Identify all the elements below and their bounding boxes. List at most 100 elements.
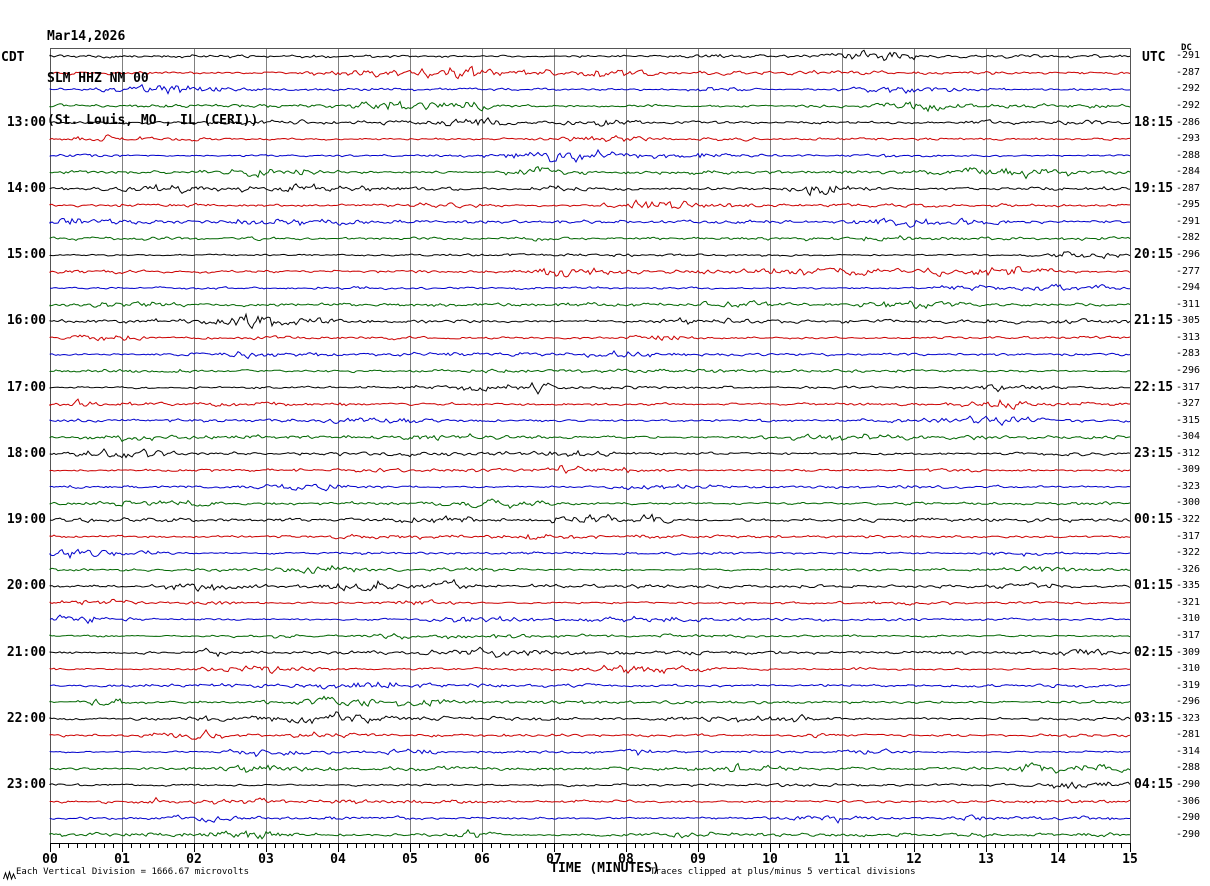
x-axis-tick-label: 13 (978, 852, 994, 867)
footer-scale-note: Each Vertical Division = 1666.67 microvo… (16, 867, 249, 877)
x-axis-tick-label: 01 (114, 852, 130, 867)
dc-offset-value: -282 (1176, 232, 1201, 244)
dc-offset-value: -292 (1176, 99, 1201, 111)
seismogram-trace (49, 533, 1131, 540)
dc-offset-value: -326 (1176, 563, 1201, 575)
seismogram-trace (49, 251, 1131, 260)
seismogram-trace (49, 464, 1131, 474)
seismogram-trace (49, 349, 1131, 360)
seismogram-trace (49, 334, 1131, 342)
footer-clip-note: Traces clipped at plus/minus 5 vertical … (650, 867, 916, 877)
seismogram-trace (49, 781, 1131, 790)
seismogram-trace (49, 664, 1131, 675)
seismogram-trace (49, 234, 1131, 242)
seismogram-trace (49, 312, 1131, 330)
seismogram-trace (49, 814, 1130, 824)
title-date: Mar14,2026 (47, 29, 126, 44)
right-time-label: 23:15 (1134, 445, 1174, 461)
seismogram-trace (49, 748, 1131, 758)
x-axis-tick-label: 03 (258, 852, 274, 867)
dc-offset-value: -317 (1176, 381, 1201, 393)
seismogram-trace (49, 199, 1130, 209)
dc-offset-value: -315 (1176, 414, 1201, 426)
seismogram-trace (49, 633, 1131, 640)
dc-offset-value: -290 (1176, 828, 1201, 840)
left-time-label: 18:00 (6, 445, 46, 461)
dc-offset-value: -323 (1176, 480, 1201, 492)
left-time-label: 14:00 (6, 180, 46, 196)
seismogram-trace (49, 368, 1131, 374)
dc-offset-value: -321 (1176, 596, 1201, 608)
dc-offset-value: -291 (1176, 50, 1201, 62)
right-time-label: 21:15 (1134, 313, 1174, 329)
dc-offset-value: -288 (1176, 149, 1201, 161)
dc-offset-value: -317 (1176, 629, 1201, 641)
dc-offset-value: -305 (1176, 315, 1201, 327)
right-time-label: 19:15 (1134, 180, 1174, 196)
dc-offset-value: -335 (1176, 580, 1201, 592)
right-time-label: 02:15 (1134, 644, 1174, 660)
dc-offset-value: -295 (1176, 199, 1201, 211)
seismogram-trace (49, 183, 1131, 197)
dc-offset-value: -306 (1176, 795, 1201, 807)
seismogram-trace (49, 796, 1131, 805)
x-axis-tick-label: 09 (690, 852, 706, 867)
x-axis-tick-label: 02 (186, 852, 202, 867)
right-time-label: 04:15 (1134, 777, 1174, 793)
left-time-label: 20:00 (6, 578, 46, 594)
dc-offset-value: -284 (1176, 166, 1201, 178)
x-axis-tick-label: 04 (330, 852, 346, 867)
seismogram-trace (49, 513, 1131, 524)
left-time-label: 13:00 (6, 114, 46, 130)
seismogram-trace (49, 548, 1131, 560)
title-block: Mar14,2026 SLM HHZ NM 00 (St. Louis, MO … (47, 2, 258, 156)
helicorder-page: Mar14,2026 SLM HHZ NM 00 (St. Louis, MO … (0, 0, 1210, 886)
seismogram-trace (49, 448, 1131, 459)
logo-squiggle-icon (3, 870, 16, 881)
dc-offset-value: -323 (1176, 712, 1201, 724)
x-axis-tick-label: 12 (906, 852, 922, 867)
title-location: (St. Louis, MO , IL (CERI)) (47, 113, 259, 128)
dc-offset-value: -287 (1176, 66, 1201, 78)
dc-offset-value: -322 (1176, 547, 1201, 559)
dc-offset-value: -310 (1176, 613, 1201, 625)
x-axis-tick-label: 10 (762, 852, 778, 867)
x-axis-tick-label: 11 (834, 852, 850, 867)
right-time-label: 22:15 (1134, 379, 1174, 395)
seismogram-trace (49, 729, 1131, 740)
left-time-label: 16:00 (6, 313, 46, 329)
dc-offset-value: -319 (1176, 679, 1201, 691)
dc-offset-value: -310 (1176, 663, 1201, 675)
seismogram-trace (49, 217, 1131, 228)
title-station: SLM HHZ NM 00 (47, 71, 149, 86)
dc-offset-value: -290 (1176, 812, 1201, 824)
dc-offset-value: -296 (1176, 696, 1201, 708)
x-axis-title: TIME (MINUTES) (550, 861, 660, 876)
seismogram-trace (49, 646, 1131, 658)
dc-offset-value: -290 (1176, 779, 1201, 791)
right-timezone-label: UTC (1142, 50, 1166, 65)
seismogram-trace (49, 433, 1131, 443)
dc-offset-value: -296 (1176, 249, 1201, 261)
dc-offset-value: -304 (1176, 431, 1201, 443)
x-axis-tick-label: 14 (1050, 852, 1066, 867)
left-time-label: 19:00 (6, 512, 46, 528)
dc-offset-value: -327 (1176, 398, 1201, 410)
dc-offset-value: -311 (1176, 298, 1201, 310)
seismogram-trace (50, 283, 1131, 292)
dc-offset-value: -291 (1176, 215, 1201, 227)
dc-offset-value: -309 (1176, 646, 1201, 658)
left-time-label: 22:00 (6, 710, 46, 726)
left-time-label: 23:00 (6, 777, 46, 793)
seismogram-trace (49, 265, 1131, 278)
left-timezone-label: CDT (1, 50, 25, 65)
seismogram-trace (49, 681, 1131, 690)
dc-offset-value: -314 (1176, 745, 1201, 757)
left-time-label: 17:00 (6, 379, 46, 395)
dc-offset-value: -286 (1176, 116, 1201, 128)
seismogram-trace (49, 166, 1131, 180)
seismogram-trace (49, 299, 1131, 310)
seismogram-trace (49, 614, 1131, 625)
x-axis-tick-label: 15 (1122, 852, 1138, 867)
seismogram-trace (49, 828, 1131, 840)
